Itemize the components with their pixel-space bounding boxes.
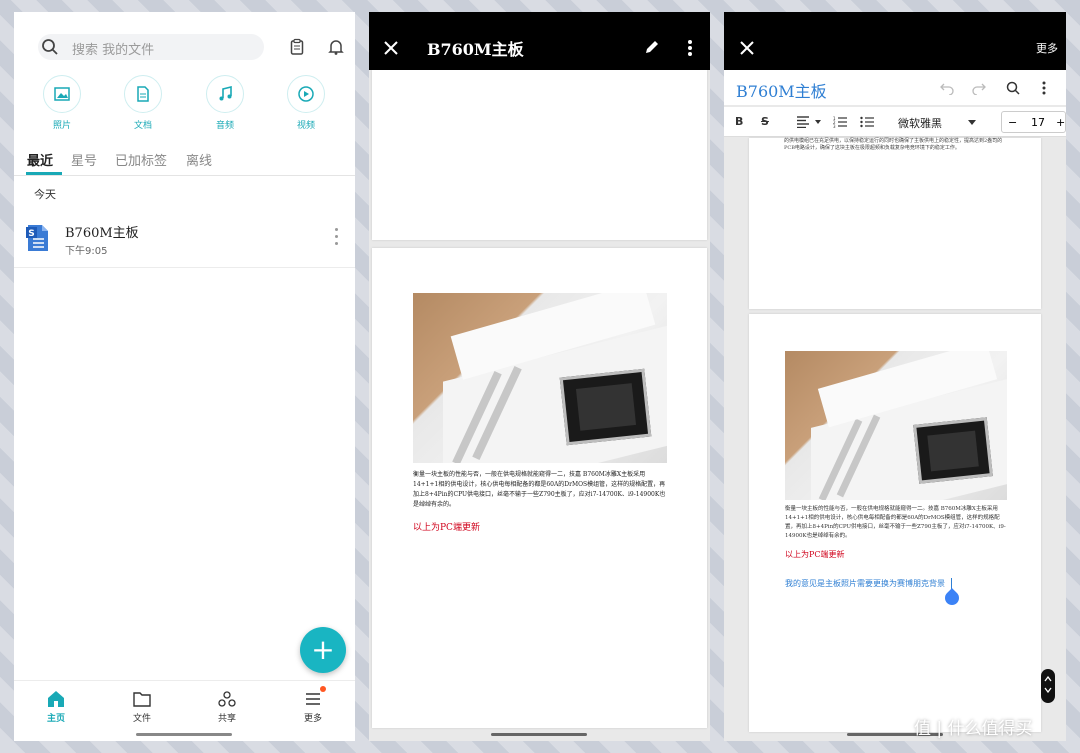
editor-header: B760M主板 xyxy=(724,70,1066,105)
nav-more[interactable]: 更多 xyxy=(288,689,338,724)
share-icon xyxy=(218,691,236,707)
home-indicator xyxy=(136,733,232,736)
file-name: B760M主板 xyxy=(65,226,139,241)
list-item[interactable]: S B760M主板 下午9:05 xyxy=(14,212,355,268)
font-family-select[interactable]: 微软雅黑 xyxy=(898,115,942,131)
font-size-stepper[interactable]: − 17 + xyxy=(1001,111,1066,133)
category-label: 音频 xyxy=(215,121,234,131)
plus-icon: + xyxy=(311,633,335,666)
nav-label: 主页 xyxy=(46,714,65,724)
chevron-down-icon[interactable] xyxy=(1044,687,1052,694)
file-manager-panel: 搜索 我的文件 照片 文档 音频 视频 最近 星号 已加标签 离线 今天 S B… xyxy=(14,12,355,741)
document-title[interactable]: B760M主板 xyxy=(736,78,827,102)
category-documents[interactable]: 文档 xyxy=(118,75,168,131)
document-editor-panel: 更多 B760M主板 B S 123 微软雅黑 − 17 + 的供电模组已在充足… xyxy=(724,12,1066,741)
nav-files[interactable]: 文件 xyxy=(117,689,167,724)
home-icon xyxy=(48,691,64,707)
chevron-up-icon[interactable] xyxy=(1044,675,1052,682)
increase-size-button[interactable]: + xyxy=(1056,116,1065,129)
svg-text:3: 3 xyxy=(833,124,836,129)
category-label: 照片 xyxy=(52,121,71,131)
document-text: 衡量一块主板的性能与否，一般在供电规格就能窥得一二。技嘉 B760M冰雕X主板采… xyxy=(785,506,1006,539)
notification-dot xyxy=(320,686,326,692)
section-today: 今天 xyxy=(34,188,56,201)
bell-icon[interactable] xyxy=(327,38,345,56)
nav-label: 更多 xyxy=(303,714,322,724)
search-icon[interactable] xyxy=(1006,81,1020,95)
motherboard-photo xyxy=(413,293,667,463)
search-input[interactable]: 搜索 我的文件 xyxy=(72,39,154,58)
bottom-navigation: 主页 文件 共享 更多 xyxy=(14,680,355,741)
document-text: 衡量一块主板的性能与否，一般在供电规格就能窥得一二，技嘉 B760M冰雕X主板采… xyxy=(413,471,666,508)
play-icon xyxy=(298,86,314,102)
undo-icon[interactable] xyxy=(940,81,954,95)
redo-icon[interactable] xyxy=(972,81,986,95)
image-icon xyxy=(54,87,70,101)
edit-pencil-icon[interactable] xyxy=(644,39,660,55)
doc-file-icon: S xyxy=(26,225,48,251)
nav-label: 文件 xyxy=(132,714,151,724)
numbered-list-icon[interactable]: 123 xyxy=(833,115,847,129)
category-photos[interactable]: 照片 xyxy=(37,75,87,131)
bold-button[interactable]: B xyxy=(735,115,743,128)
clipboard-icon[interactable] xyxy=(288,38,306,56)
document-text: 的供电模组已在充足供电，以保持稳定运行的同时也确保了主板供电上的稳定性，提高达到… xyxy=(784,138,1003,151)
menu-icon xyxy=(306,693,320,705)
category-label: 文档 xyxy=(133,121,152,131)
document-viewer-panel: B760M主板 衡量一块主板的性能与否，一般在供电规格就能窥得一二，技嘉 B76… xyxy=(369,12,710,741)
motherboard-photo xyxy=(785,351,1007,500)
category-video[interactable]: 视频 xyxy=(281,75,331,131)
scroll-control[interactable] xyxy=(1041,669,1055,703)
bullet-list-icon[interactable] xyxy=(860,115,874,129)
category-label: 视频 xyxy=(296,121,315,131)
document-icon xyxy=(137,86,149,102)
editor-topbar xyxy=(724,12,1066,70)
nav-shared[interactable]: 共享 xyxy=(202,689,252,724)
search-icon[interactable] xyxy=(41,38,59,56)
align-icon[interactable] xyxy=(797,116,823,128)
tab-offline[interactable]: 离线 xyxy=(186,150,212,169)
add-button[interactable]: + xyxy=(300,627,346,673)
document-page xyxy=(372,70,707,240)
chevron-down-icon[interactable] xyxy=(968,120,976,125)
comment-text[interactable]: 我的意见是主板照片需要更换为赛博朋克背景 xyxy=(785,578,945,589)
site-watermark: 值 | 什么值得买 xyxy=(914,719,1033,739)
close-icon[interactable] xyxy=(739,40,755,56)
document-page: 衡量一块主板的性能与否，一般在供电规格就能窥得一二。技嘉 B760M冰雕X主板采… xyxy=(749,314,1041,732)
tab-starred[interactable]: 星号 xyxy=(71,150,97,169)
update-note: 以上为PC端更新 xyxy=(785,550,845,559)
document-page: 的供电模组已在充足供电，以保持稳定运行的同时也确保了主板供电上的稳定性，提高达到… xyxy=(749,138,1041,309)
format-toolbar: B S 123 微软雅黑 − 17 + xyxy=(724,107,1066,137)
update-note: 以上为PC端更新 xyxy=(413,523,480,533)
svg-text:S: S xyxy=(28,229,34,239)
tab-tagged[interactable]: 已加标签 xyxy=(115,150,167,169)
nav-home[interactable]: 主页 xyxy=(31,689,81,724)
folder-icon xyxy=(133,692,151,707)
close-icon[interactable] xyxy=(383,40,399,56)
file-time: 下午9:05 xyxy=(65,246,108,257)
tab-recent[interactable]: 最近 xyxy=(27,150,53,169)
category-audio[interactable]: 音频 xyxy=(200,75,250,131)
more-options-icon[interactable] xyxy=(1041,81,1047,95)
home-indicator xyxy=(491,733,587,736)
document-page: 衡量一块主板的性能与否，一般在供电规格就能窥得一二，技嘉 B760M冰雕X主板采… xyxy=(372,248,707,728)
strikethrough-button[interactable]: S xyxy=(761,115,769,128)
more-button[interactable]: 更多 xyxy=(1036,40,1058,56)
music-icon xyxy=(219,86,232,101)
more-options-icon[interactable] xyxy=(687,39,693,57)
document-title: B760M主板 xyxy=(427,40,524,59)
decrease-size-button[interactable]: − xyxy=(1008,116,1017,129)
divider xyxy=(14,267,355,268)
divider xyxy=(14,175,355,176)
font-size-value[interactable]: 17 xyxy=(1031,116,1045,129)
more-options-icon[interactable] xyxy=(332,228,340,250)
nav-label: 共享 xyxy=(217,714,236,724)
